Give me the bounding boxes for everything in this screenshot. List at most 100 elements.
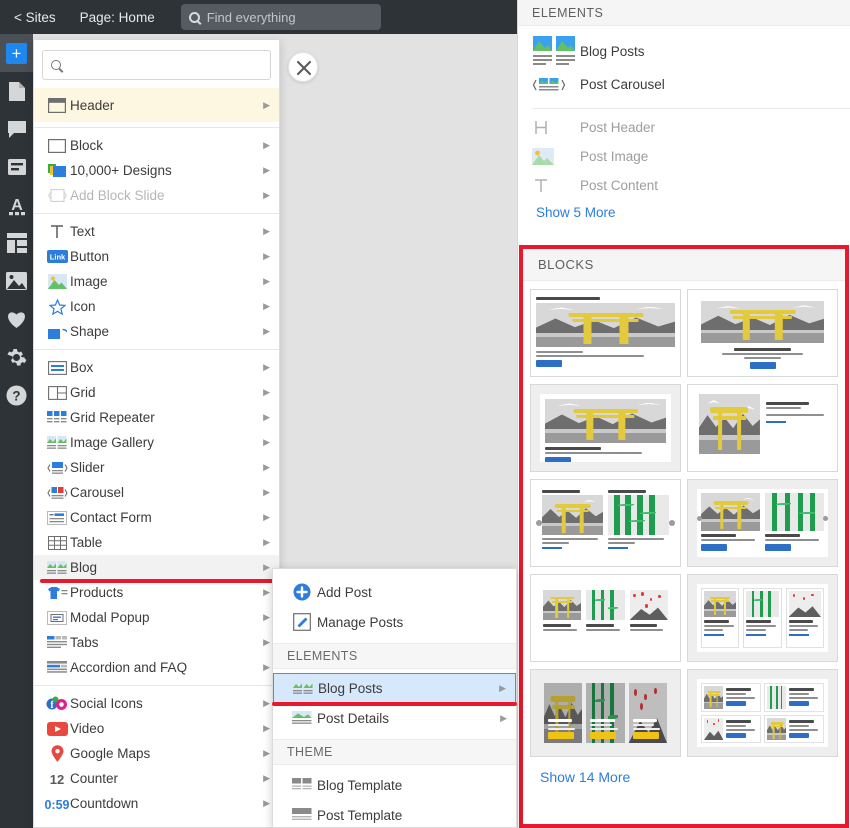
menu-item-blog[interactable]: Blog ▶: [34, 555, 280, 583]
left-icon-rail: + A ?: [0, 34, 33, 828]
top-bar: < Sites Page: Home Find everything: [0, 0, 517, 34]
menu-item-box[interactable]: Box ▶: [34, 355, 279, 380]
right-item-post-carousel[interactable]: Post Carousel: [518, 70, 850, 99]
menu-item-label: Video: [70, 721, 105, 736]
block-thumbnail[interactable]: [687, 574, 838, 662]
search-icon: [188, 11, 200, 23]
chevron-right-icon: ▶: [499, 682, 506, 693]
close-panel-button[interactable]: [288, 52, 318, 82]
rail-item-pages[interactable]: [0, 72, 33, 110]
right-item-blog-posts[interactable]: Blog Posts: [518, 32, 850, 70]
blog-icon: [44, 560, 70, 575]
submenu-item-add-post[interactable]: Add Post: [273, 577, 516, 607]
block-thumbnail[interactable]: [530, 384, 681, 472]
menu-item-image-gallery[interactable]: Image Gallery ▶: [34, 430, 279, 455]
menu-item-countdown[interactable]: 0:59 Countdown ▶: [34, 791, 279, 816]
submenu-item-post-details[interactable]: Post Details ▶: [273, 703, 516, 733]
block-thumbnail[interactable]: [687, 384, 838, 472]
block-thumbnail[interactable]: [530, 574, 681, 662]
submenu-item-post-template[interactable]: Post Template: [273, 800, 516, 828]
block-thumbnail[interactable]: [687, 669, 838, 757]
menu-item-grid[interactable]: Grid ▶: [34, 380, 279, 405]
menu-item-shape[interactable]: Shape ▶: [34, 319, 279, 344]
menu-item-label: Counter: [70, 771, 119, 786]
carousel-icon: [44, 486, 70, 500]
block-thumbnail[interactable]: [530, 479, 681, 567]
help-icon: ?: [6, 384, 27, 406]
divider: [34, 127, 279, 128]
menu-item-grid-repeater[interactable]: Grid Repeater ▶: [34, 405, 279, 430]
rail-item-typography[interactable]: A: [0, 186, 33, 224]
menu-item-google-maps[interactable]: Google Maps ▶: [34, 741, 279, 766]
submenu-item-manage-posts[interactable]: Manage Posts: [273, 607, 516, 637]
menu-item-video[interactable]: Video ▶: [34, 716, 279, 741]
rail-item-layers[interactable]: [0, 148, 33, 186]
plus-icon: +: [6, 42, 27, 64]
back-to-sites-link[interactable]: < Sites: [14, 10, 56, 25]
rail-item-media[interactable]: [0, 262, 33, 300]
divider: [34, 685, 279, 686]
menu-item-label: Shape: [70, 324, 110, 339]
form-icon: [44, 510, 70, 525]
right-item-label: Blog Posts: [580, 43, 645, 59]
products-icon: [44, 586, 70, 600]
block-thumbnail[interactable]: [687, 479, 838, 567]
menu-item-header[interactable]: Header ▶: [34, 88, 279, 122]
show-more-blocks-link[interactable]: Show 14 More: [523, 757, 845, 785]
rail-item-comments[interactable]: [0, 110, 33, 148]
menu-item-modal-popup[interactable]: Modal Popup ▶: [34, 605, 279, 630]
post-carousel-icon: [532, 77, 580, 93]
block-thumbnail[interactable]: [687, 289, 838, 377]
current-page-label[interactable]: Page: Home: [80, 10, 155, 25]
search-icon: [51, 60, 61, 70]
submenu-item-label: Blog Template: [317, 777, 403, 793]
rail-item-help[interactable]: ?: [0, 376, 33, 414]
menu-item-block[interactable]: Block ▶: [34, 133, 279, 158]
rail-item-layout[interactable]: [0, 224, 33, 262]
chevron-right-icon: ▶: [263, 562, 270, 572]
menu-item-image[interactable]: Image ▶: [34, 269, 279, 294]
right-item-post-image: Post Image: [518, 142, 850, 171]
menu-item-table[interactable]: Table ▶: [34, 530, 279, 555]
block-thumbnail[interactable]: [530, 289, 681, 377]
plus-circle-icon: [287, 583, 317, 601]
menu-item-contact-form[interactable]: Contact Form ▶: [34, 505, 279, 530]
menu-item-tabs[interactable]: Tabs ▶: [34, 630, 279, 655]
submenu-item-label: Post Details: [317, 710, 390, 726]
menu-item-products[interactable]: Products ▶: [34, 580, 279, 605]
rail-item-add-element[interactable]: +: [0, 34, 33, 72]
show-more-elements-link[interactable]: Show 5 More: [518, 205, 850, 220]
blog-submenu: Add Post Manage Posts ELEMENTS Blog Post…: [272, 568, 517, 828]
menu-item-text[interactable]: Text ▶: [34, 219, 279, 244]
heart-icon: [8, 311, 25, 328]
menu-item-label: Block: [70, 138, 104, 153]
menu-item-button[interactable]: Link Button ▶: [34, 244, 279, 269]
typography-icon: A: [8, 197, 25, 215]
menu-item-counter[interactable]: 12 Counter ▶: [34, 766, 279, 791]
table-icon: [44, 535, 70, 550]
menu-item-label: Blog: [70, 560, 98, 575]
menu-item-label: Tabs: [70, 635, 99, 650]
menu-item-designs[interactable]: 10,000+ Designs ▶: [34, 158, 279, 183]
chevron-right-icon: ▶: [263, 190, 270, 200]
chevron-right-icon: ▶: [263, 723, 270, 733]
menu-item-icon[interactable]: Icon ▶: [34, 294, 279, 319]
submenu-item-label: Post Template: [317, 807, 403, 823]
global-search-placeholder: Find everything: [206, 9, 296, 25]
grid-icon: [44, 385, 70, 400]
menu-item-slider[interactable]: Slider ▶: [34, 455, 279, 480]
tabs-icon: [44, 635, 70, 650]
rail-item-settings[interactable]: [0, 338, 33, 376]
rail-item-favorites[interactable]: [0, 300, 33, 338]
menu-item-label: Text: [70, 224, 95, 239]
menu-item-social-icons[interactable]: f Social Icons ▶: [34, 691, 279, 716]
menu-item-carousel[interactable]: Carousel ▶: [34, 480, 279, 505]
block-thumbnail[interactable]: [530, 669, 681, 757]
panel-search-input[interactable]: [42, 50, 271, 80]
text-icon: [44, 224, 70, 239]
menu-item-accordion-faq[interactable]: Accordion and FAQ ▶: [34, 655, 279, 680]
submenu-item-blog-posts[interactable]: Blog Posts ▶: [272, 673, 517, 706]
chevron-right-icon: ▶: [263, 387, 270, 397]
submenu-item-blog-template[interactable]: Blog Template: [273, 770, 516, 800]
global-search-box[interactable]: Find everything: [180, 4, 381, 30]
